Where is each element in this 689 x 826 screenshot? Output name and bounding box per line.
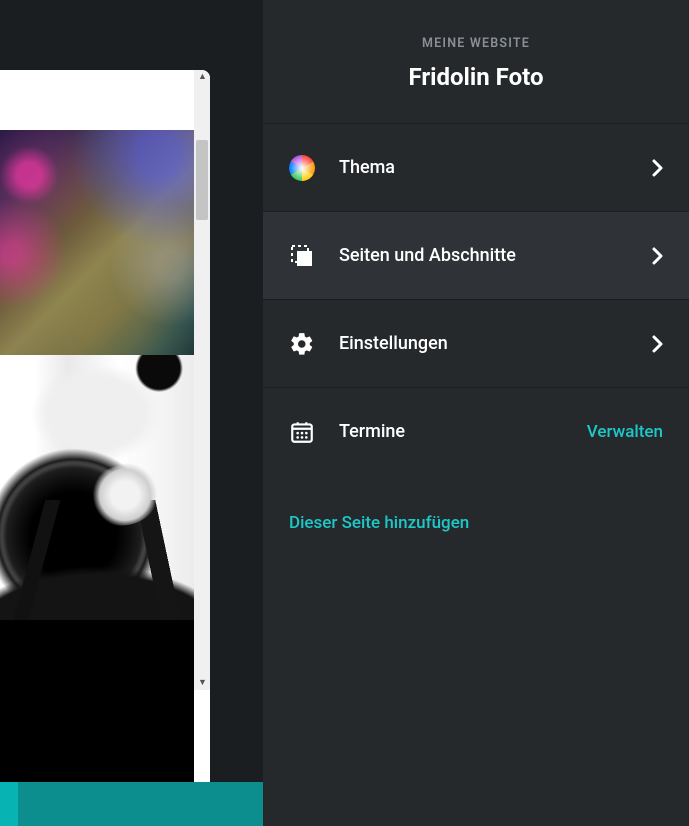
menu-item-appointments[interactable]: Termine Verwalten — [263, 387, 689, 475]
manage-link[interactable]: Verwalten — [587, 422, 663, 442]
sidebar-header: MEINE WEBSITE Fridolin Foto — [263, 0, 689, 123]
menu-item-label: Einstellungen — [339, 333, 628, 354]
menu-item-theme[interactable]: Thema — [263, 123, 689, 211]
color-wheel-icon — [289, 155, 315, 181]
chevron-right-icon — [652, 247, 663, 265]
pages-stack-icon — [289, 243, 315, 269]
scroll-up-arrow-icon[interactable]: ▲ — [198, 73, 206, 81]
calendar-icon — [289, 419, 315, 445]
menu-item-label: Thema — [339, 157, 628, 178]
preview-header-space — [0, 70, 194, 130]
gear-icon — [289, 331, 315, 357]
menu-item-settings[interactable]: Einstellungen — [263, 299, 689, 387]
sidebar-eyebrow: MEINE WEBSITE — [283, 36, 669, 51]
website-preview-frame: ▲ ▼ — [0, 70, 210, 790]
menu-item-label: Seiten und Abschnitte — [339, 245, 628, 266]
bottom-accent-bar — [0, 782, 263, 826]
preview-black-section — [0, 620, 194, 790]
editor-sidebar: MEINE WEBSITE Fridolin Foto — [263, 0, 689, 826]
preview-scrollbar[interactable]: ▲ ▼ — [194, 70, 210, 690]
menu-item-pages-sections[interactable]: Seiten und Abschnitte — [263, 211, 689, 299]
add-to-page-link[interactable]: Dieser Seite hinzufügen — [263, 475, 689, 571]
menu-item-label: Termine — [339, 421, 563, 442]
add-to-page-label: Dieser Seite hinzufügen — [289, 513, 469, 533]
chevron-right-icon — [652, 159, 663, 177]
preview-image-photographer-camera — [0, 355, 194, 620]
scroll-down-arrow-icon[interactable]: ▼ — [198, 679, 206, 687]
site-title: Fridolin Foto — [283, 63, 669, 91]
chevron-right-icon — [652, 335, 663, 353]
preview-scroll-container: ▲ ▼ — [0, 70, 210, 790]
preview-image-bokeh-lights — [0, 130, 194, 355]
preview-content — [0, 70, 194, 790]
